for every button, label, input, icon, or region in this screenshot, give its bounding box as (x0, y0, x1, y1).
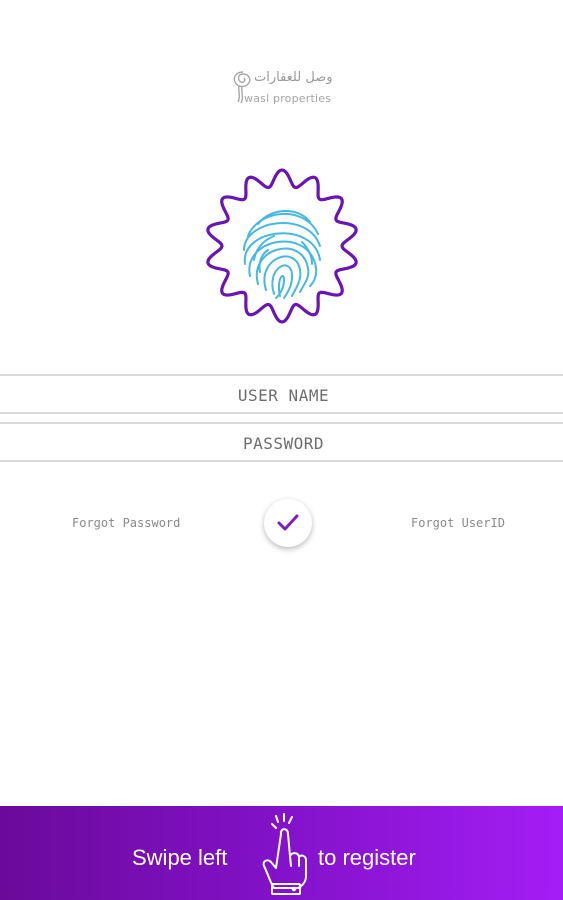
username-field-wrapper (0, 374, 563, 414)
checkmark-icon (277, 514, 299, 531)
login-screen: وصل للعقارات wasl properties USER NAME F… (0, 0, 563, 900)
forgot-userid-link[interactable]: Forgot UserID (411, 516, 505, 530)
password-field-wrapper (0, 422, 563, 462)
fingerprint-icon (206, 168, 358, 324)
submit-button[interactable] (264, 499, 312, 547)
swipe-right-label: to register (318, 845, 416, 870)
username-input[interactable] (0, 376, 563, 414)
brand-logo: وصل للعقارات wasl properties (226, 66, 336, 112)
fingerprint-login-button[interactable] (198, 164, 366, 328)
forgot-password-link[interactable]: Forgot Password (72, 516, 180, 530)
swipe-left-label: Swipe left (132, 845, 228, 870)
swipe-to-register-bar[interactable]: Swipe left to register (0, 806, 563, 900)
password-input[interactable] (0, 424, 563, 462)
brand-latin-name: wasl properties (244, 92, 332, 105)
swipe-hand-icon (262, 813, 307, 895)
brand-arabic-name: وصل للعقارات (254, 70, 333, 85)
